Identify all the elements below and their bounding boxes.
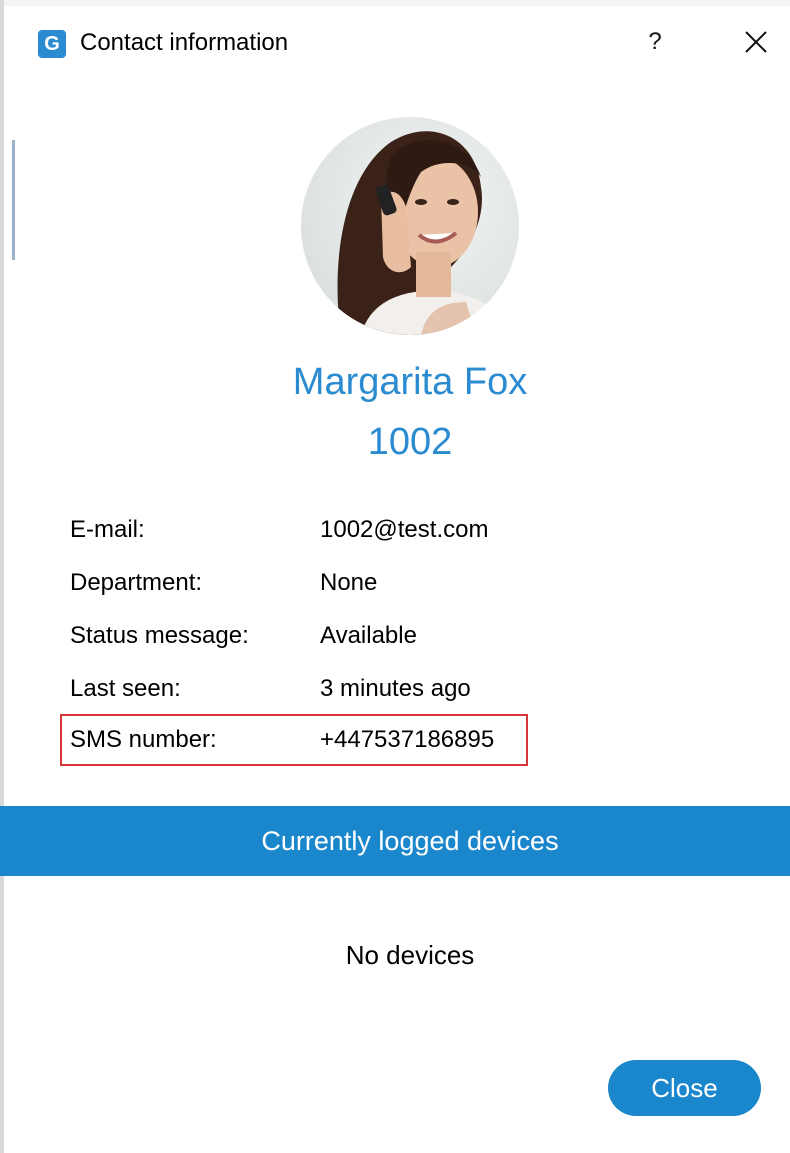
status-message-label: Status message: — [70, 622, 249, 649]
window-title: Contact information — [80, 29, 289, 56]
sms-number-label: SMS number: — [70, 726, 217, 753]
dialog-left-border — [0, 0, 4, 1153]
close-icon — [745, 31, 767, 53]
department-row: Department: None — [70, 563, 570, 603]
contact-info-dialog: G Contact information ? Margarita Fox 10… — [0, 0, 790, 1153]
close-button[interactable]: Close — [608, 1060, 761, 1116]
devices-header-label: Currently logged devices — [261, 826, 559, 856]
email-row: E-mail: 1002@test.com — [70, 510, 570, 550]
avatar-photo — [301, 117, 519, 335]
app-logo-icon: G — [38, 30, 66, 58]
close-window-button[interactable] — [736, 22, 776, 62]
status-message-value: Available — [320, 622, 417, 649]
status-message-row: Status message: Available — [70, 616, 570, 656]
contact-extension: 1002 — [367, 421, 453, 463]
sms-number-value: +447537186895 — [320, 726, 495, 753]
no-devices-text: No devices — [345, 940, 475, 970]
email-label: E-mail: — [70, 516, 145, 543]
sms-number-row: SMS number: +447537186895 — [70, 720, 570, 760]
last-seen-value: 3 minutes ago — [320, 675, 471, 702]
help-button[interactable]: ? — [640, 24, 670, 60]
contact-name: Margarita Fox — [292, 361, 528, 403]
department-label: Department: — [70, 569, 203, 596]
background-window-accent — [12, 140, 15, 260]
email-value: 1002@test.com — [320, 516, 489, 543]
last-seen-label: Last seen: — [70, 675, 181, 702]
avatar — [301, 117, 519, 335]
title-bar: G Contact information ? — [0, 0, 790, 80]
devices-section-header: Currently logged devices — [0, 806, 790, 876]
last-seen-row: Last seen: 3 minutes ago — [70, 669, 570, 709]
department-value: None — [320, 569, 378, 596]
